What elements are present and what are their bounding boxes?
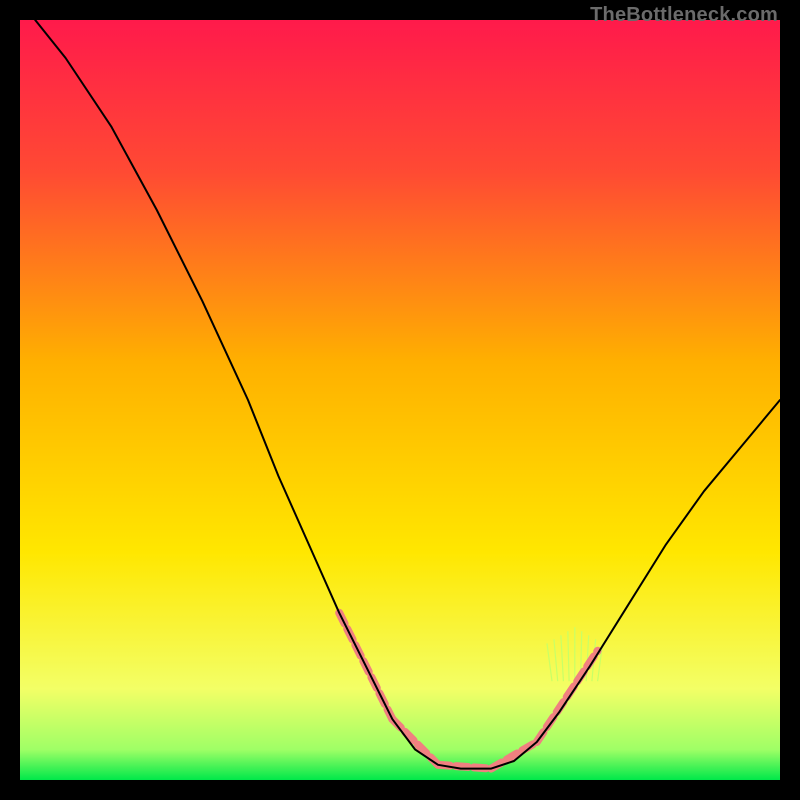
chart-frame: [20, 20, 780, 780]
watermark-text: TheBottleneck.com: [590, 4, 778, 27]
gradient-background: [20, 20, 780, 780]
bottleneck-chart: [20, 20, 780, 780]
